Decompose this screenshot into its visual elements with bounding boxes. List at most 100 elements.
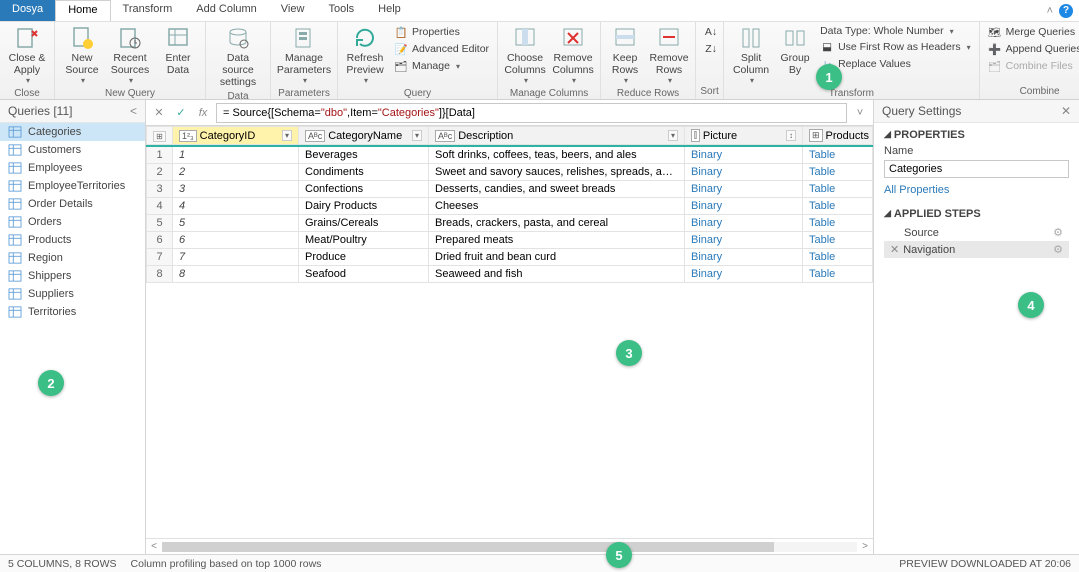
cell-picture[interactable]: Binary: [685, 164, 803, 181]
row-select-header[interactable]: ⊞: [147, 127, 173, 145]
table-row[interactable]: 22CondimentsSweet and savory sauces, rel…: [147, 164, 873, 181]
table-row[interactable]: 77ProduceDried fruit and bean curdBinary…: [147, 249, 873, 266]
append-icon: ➕: [988, 42, 1002, 56]
query-item[interactable]: Categories: [0, 123, 145, 141]
tab-home[interactable]: Home: [55, 0, 110, 21]
formula-commit-icon[interactable]: ✓: [172, 104, 190, 122]
table-row[interactable]: 88SeafoodSeaweed and fishBinaryTable: [147, 266, 873, 283]
query-item[interactable]: EmployeeTerritories: [0, 177, 145, 195]
collapse-tri-icon[interactable]: ◢: [884, 129, 891, 140]
formula-input[interactable]: = Source{[Schema="dbo",Item="Categories"…: [216, 103, 847, 123]
tab-add-column[interactable]: Add Column: [184, 0, 269, 21]
gear-icon[interactable]: ⚙: [1053, 226, 1063, 239]
query-item[interactable]: Shippers: [0, 267, 145, 285]
gear-icon[interactable]: ⚙: [1053, 243, 1063, 256]
collapse-left-icon[interactable]: <: [130, 104, 137, 118]
query-item[interactable]: Products: [0, 231, 145, 249]
table-row[interactable]: 55Grains/CerealsBreads, crackers, pasta,…: [147, 215, 873, 232]
scroll-left-icon[interactable]: <: [146, 541, 162, 552]
cell-products[interactable]: Table: [803, 266, 873, 283]
query-item[interactable]: Employees: [0, 159, 145, 177]
filter-icon[interactable]: ▾: [412, 130, 422, 141]
keep-rows-button[interactable]: KeepRows: [605, 24, 645, 87]
col-header-categoryname[interactable]: AᴮcCategoryName▾: [299, 127, 429, 145]
table-row[interactable]: 66Meat/PoultryPrepared meatsBinaryTable: [147, 232, 873, 249]
collapse-tri-icon[interactable]: ◢: [884, 208, 891, 219]
new-source-button[interactable]: NewSource: [59, 24, 105, 87]
formula-cancel-icon[interactable]: ✕: [150, 104, 168, 122]
query-item[interactable]: Territories: [0, 303, 145, 321]
scroll-right-icon[interactable]: >: [857, 541, 873, 552]
cell-products[interactable]: Table: [803, 181, 873, 198]
first-row-headers-button[interactable]: ⬓Use First Row as Headers: [816, 39, 975, 55]
cell-picture[interactable]: Binary: [685, 232, 803, 249]
table-row[interactable]: 44Dairy ProductsCheesesBinaryTable: [147, 198, 873, 215]
append-queries-button[interactable]: ➕Append Queries: [984, 41, 1079, 57]
applied-step[interactable]: Source⚙: [884, 224, 1069, 241]
cell-picture[interactable]: Binary: [685, 146, 803, 164]
cell-picture[interactable]: Binary: [685, 181, 803, 198]
merge-queries-button[interactable]: 🗺Merge Queries: [984, 24, 1079, 40]
cell-products[interactable]: Table: [803, 198, 873, 215]
query-item[interactable]: Orders: [0, 213, 145, 231]
remove-columns-button[interactable]: RemoveColumns: [550, 24, 596, 87]
table-row[interactable]: 33ConfectionsDesserts, candies, and swee…: [147, 181, 873, 198]
cell-picture[interactable]: Binary: [685, 198, 803, 215]
sort-asc-button[interactable]: A↓: [700, 24, 722, 40]
cell-products[interactable]: Table: [803, 164, 873, 181]
table-icon: [8, 252, 22, 264]
advanced-editor-button[interactable]: 📝Advanced Editor: [390, 41, 493, 57]
remove-rows-button[interactable]: RemoveRows: [647, 24, 691, 87]
sort-desc-button[interactable]: Z↓: [700, 41, 722, 57]
cell-picture[interactable]: Binary: [685, 249, 803, 266]
filter-icon[interactable]: ▾: [282, 130, 292, 141]
query-name-input[interactable]: [884, 160, 1069, 178]
choose-columns-button[interactable]: ChooseColumns: [502, 24, 548, 87]
manage-parameters-button[interactable]: ManageParameters: [275, 24, 333, 87]
tab-file[interactable]: Dosya: [0, 0, 55, 21]
expand-icon[interactable]: ↕: [786, 130, 796, 141]
all-properties-link[interactable]: All Properties: [884, 184, 949, 196]
filter-icon[interactable]: ▾: [668, 130, 678, 141]
properties-button[interactable]: 📋Properties: [390, 24, 493, 40]
tab-help[interactable]: Help: [366, 0, 413, 21]
cell-picture[interactable]: Binary: [685, 215, 803, 232]
tab-transform[interactable]: Transform: [111, 0, 185, 21]
formula-expand-icon[interactable]: ˅: [851, 107, 869, 119]
col-header-categoryid[interactable]: 1²₃CategoryID▾: [173, 127, 299, 145]
combine-files-button[interactable]: 🗂Combine Files: [984, 58, 1079, 74]
enter-data-button[interactable]: EnterData: [155, 24, 201, 78]
recent-sources-button[interactable]: RecentSources: [107, 24, 153, 87]
col-header-picture[interactable]: ⫿Picture↕: [685, 127, 803, 145]
query-item[interactable]: Suppliers: [0, 285, 145, 303]
cell-products[interactable]: Table: [803, 249, 873, 266]
scroll-thumb[interactable]: [162, 542, 774, 552]
tab-view[interactable]: View: [269, 0, 317, 21]
query-item[interactable]: Customers: [0, 141, 145, 159]
close-icon[interactable]: ✕: [1061, 104, 1071, 118]
tab-tools[interactable]: Tools: [316, 0, 366, 21]
horizontal-scrollbar[interactable]: < >: [146, 538, 873, 554]
applied-step[interactable]: ✕Navigation⚙: [884, 241, 1069, 258]
group-by-button[interactable]: GroupBy: [776, 24, 814, 78]
col-header-description[interactable]: AᴮcDescription▾: [429, 127, 685, 145]
split-column-button[interactable]: SplitColumn: [728, 24, 774, 87]
query-item[interactable]: Region: [0, 249, 145, 267]
cell-products[interactable]: Table: [803, 215, 873, 232]
scroll-track[interactable]: [162, 542, 857, 552]
cell-products[interactable]: Table: [803, 232, 873, 249]
manage-button[interactable]: 🗂Manage: [390, 58, 493, 74]
col-header-products[interactable]: ⊞Products: [803, 127, 873, 145]
delete-step-icon[interactable]: ✕: [890, 243, 899, 256]
close-apply-button[interactable]: Close &Apply: [4, 24, 50, 87]
cell-picture[interactable]: Binary: [685, 266, 803, 283]
refresh-preview-button[interactable]: RefreshPreview: [342, 24, 388, 87]
data-type-button[interactable]: Data Type: Whole Number: [816, 24, 975, 38]
chevron-up-icon[interactable]: ˄: [1047, 5, 1053, 17]
formula-fx-icon[interactable]: fx: [194, 104, 212, 122]
cell-products[interactable]: Table: [803, 146, 873, 164]
table-row[interactable]: 11BeveragesSoft drinks, coffees, teas, b…: [147, 146, 873, 164]
data-source-settings-button[interactable]: Data sourcesettings: [210, 24, 266, 90]
query-item[interactable]: Order Details: [0, 195, 145, 213]
help-icon[interactable]: ?: [1059, 4, 1073, 18]
